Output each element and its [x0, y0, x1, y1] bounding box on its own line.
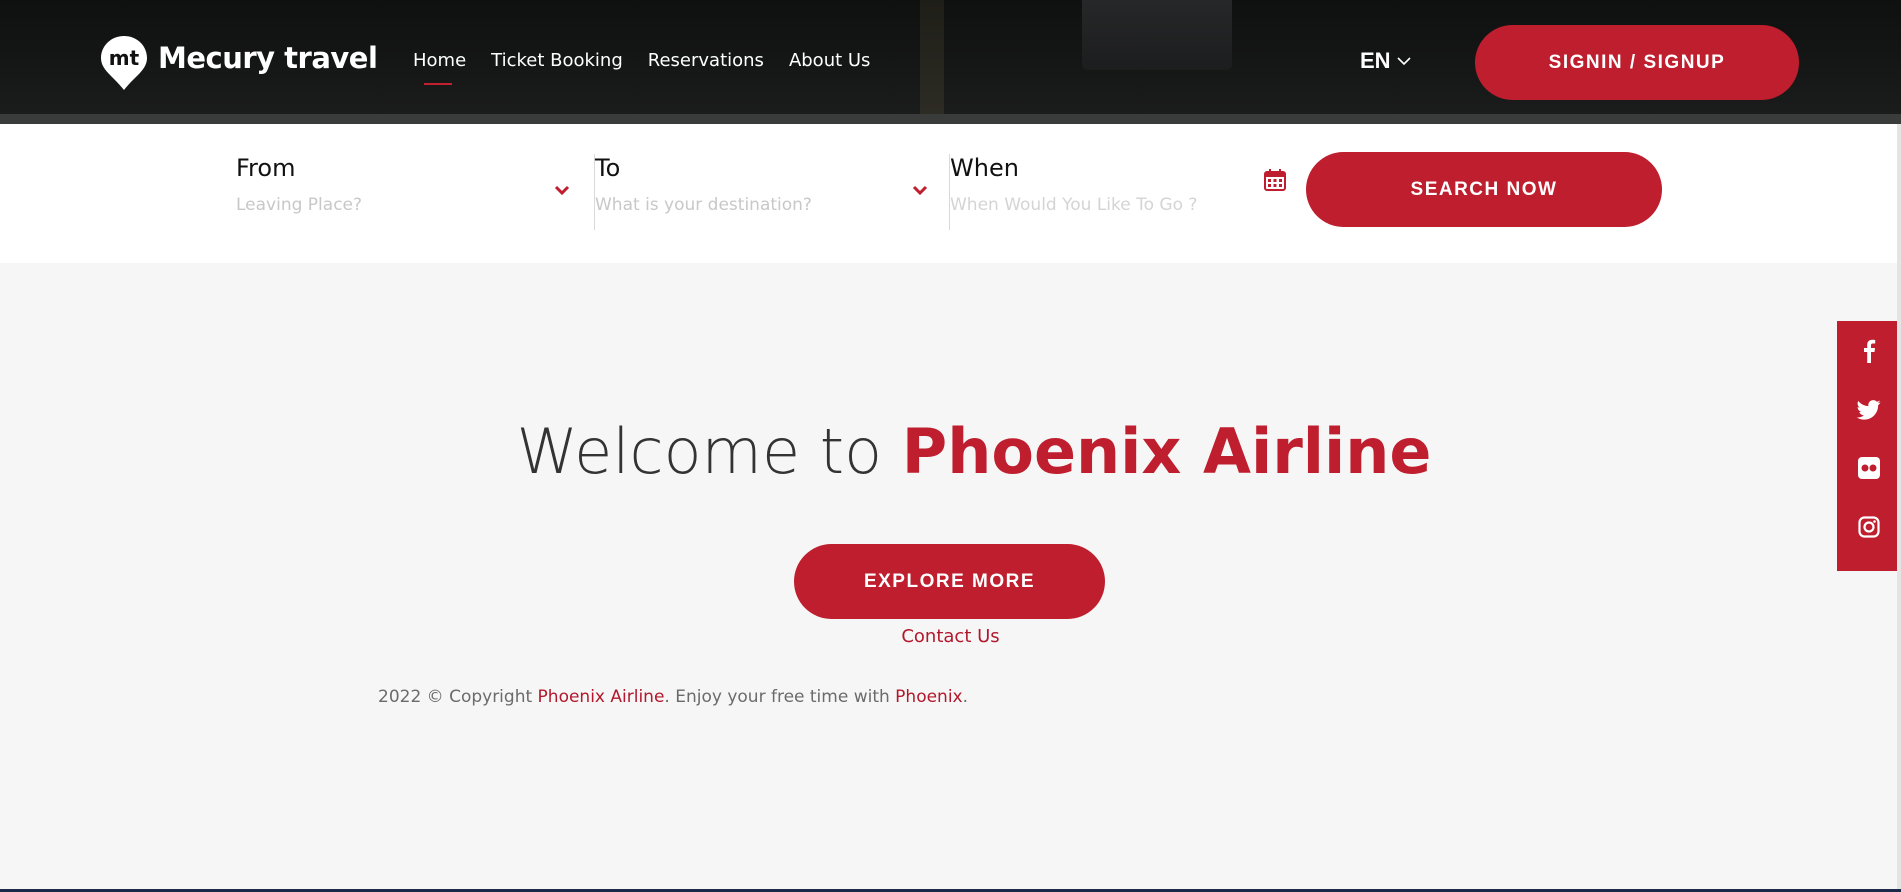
copyright-middle: . Enjoy your free time with: [664, 687, 890, 707]
copyright-suffix: .: [962, 687, 969, 707]
when-label: When: [950, 154, 1019, 182]
nav-reservations[interactable]: Reservations: [648, 50, 764, 71]
logo-pin-icon: mt: [99, 34, 149, 92]
welcome-heading: Welcome to Phoenix Airline: [0, 415, 1901, 488]
to-field[interactable]: To What is your destination?: [594, 154, 934, 230]
header-bottom-strip: [0, 114, 1901, 124]
language-label: EN: [1360, 48, 1391, 73]
header-background-road: [920, 0, 944, 114]
calendar-icon[interactable]: [1263, 168, 1287, 192]
signin-signup-button[interactable]: SIGNIN / SIGNUP: [1475, 25, 1799, 100]
chevron-down-icon[interactable]: [912, 184, 928, 196]
from-field[interactable]: From Leaving Place?: [236, 154, 576, 230]
copyright-text: 2022 © Copyright Phoenix Airline. Enjoy …: [378, 687, 968, 707]
page-right-edge: [1897, 124, 1901, 889]
instagram-icon[interactable]: [1856, 516, 1882, 538]
from-placeholder: Leaving Place?: [236, 195, 363, 215]
when-placeholder: When Would You Like To Go ?: [950, 195, 1198, 215]
from-label: From: [236, 154, 296, 182]
copyright-brand-link[interactable]: Phoenix Airline: [538, 687, 665, 707]
copyright-prefix: 2022 © Copyright: [378, 687, 533, 707]
language-selector[interactable]: EN: [1360, 48, 1411, 74]
welcome-prefix: Welcome to: [516, 415, 883, 488]
site-header: mt Mecury travel Home Ticket Booking Res…: [0, 0, 1901, 124]
logo-mark-text: mt: [109, 46, 140, 70]
chevron-down-icon: [1396, 57, 1411, 66]
chevron-down-icon[interactable]: [554, 184, 570, 196]
facebook-icon[interactable]: [1856, 339, 1882, 363]
logo-text: Mecury travel: [158, 41, 378, 75]
main-nav: Home Ticket Booking Reservations About U…: [413, 50, 895, 85]
welcome-brand: Phoenix Airline: [901, 415, 1432, 488]
nav-about-us[interactable]: About Us: [789, 50, 871, 71]
to-placeholder: What is your destination?: [595, 195, 812, 215]
nav-home[interactable]: Home: [413, 50, 466, 85]
site-logo[interactable]: mt Mecury travel: [99, 33, 378, 93]
search-now-button[interactable]: SEARCH NOW: [1306, 152, 1662, 227]
header-background-vehicle: [1082, 0, 1232, 70]
nav-ticket-booking[interactable]: Ticket Booking: [491, 50, 623, 71]
when-field[interactable]: When When Would You Like To Go ?: [949, 154, 1289, 230]
contact-us-link: Contact Us: [0, 626, 1901, 647]
contact-us-label[interactable]: Contact Us: [901, 626, 999, 647]
explore-more-button[interactable]: EXPLORE MORE: [794, 544, 1105, 619]
to-label: To: [595, 154, 621, 182]
copyright-brand-short-link[interactable]: Phoenix: [895, 687, 962, 707]
